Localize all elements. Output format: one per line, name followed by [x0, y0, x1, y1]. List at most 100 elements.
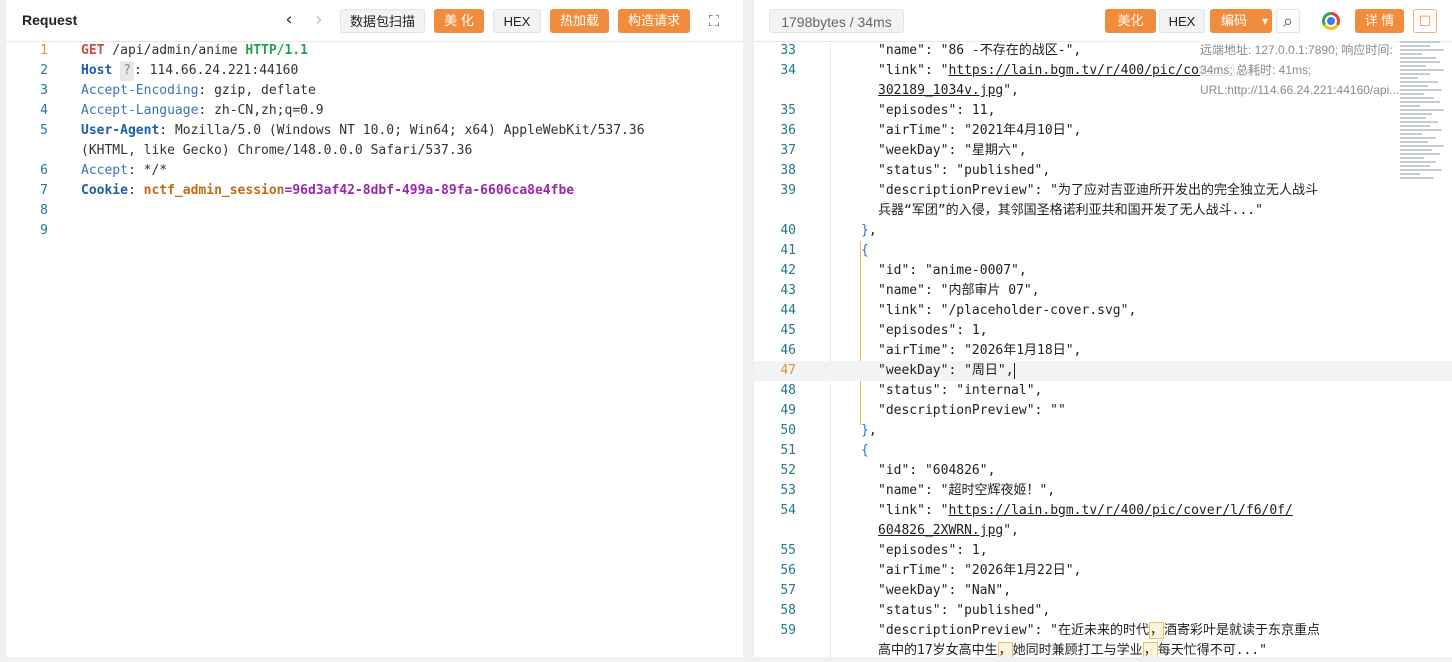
line-number: 39 — [780, 183, 796, 198]
line-number: 33 — [780, 43, 796, 58]
line-number: 36 — [780, 123, 796, 138]
line-number: 34 — [780, 63, 796, 78]
back-arrow-icon[interactable]: ‹ — [278, 8, 300, 32]
header-separator: : — [127, 183, 144, 198]
http-version: HTTP/1.1 — [245, 43, 308, 58]
json-text: "weekDay": "NaN", — [878, 583, 1012, 598]
json-text: "id": "anime-0007", — [878, 263, 1027, 278]
line-text: "airTime": "2026年1月22日", — [878, 561, 1081, 581]
json-punct: ", — [1003, 83, 1019, 98]
line-number: 54 — [780, 503, 796, 518]
line-number: 38 — [780, 163, 796, 178]
response-hex-button[interactable]: HEX — [1159, 9, 1205, 33]
line-text: "episodes": 1, — [878, 541, 988, 561]
line-number: 59 — [780, 623, 796, 638]
json-text: "status": "published", — [878, 603, 1051, 618]
line-number: 4 — [40, 103, 48, 118]
line-text: { — [861, 241, 869, 261]
code-line: 7 Cookie: nctf_admin_session=96d3af42-8db… — [6, 181, 743, 201]
code-line: 48 "status": "internal", — [754, 381, 1452, 401]
hot-load-button[interactable]: 热加载 — [550, 9, 609, 33]
line-text: "weekDay": "NaN", — [878, 581, 1011, 601]
request-path: /api/admin/anime — [104, 43, 246, 58]
highlighted-comma: ， — [1149, 622, 1165, 639]
line-text: "weekDay": "周日", — [878, 361, 1015, 381]
line-text: }, — [861, 221, 877, 241]
json-text: 兵器“军团”的入侵，其邻国圣格诺利亚共和国开发了无人战斗..." — [878, 203, 1263, 218]
url-link[interactable]: 302189_1034v.jpg — [878, 83, 1003, 98]
code-line: 40}, — [754, 221, 1452, 241]
line-number: 53 — [780, 483, 796, 498]
code-line: 57 "weekDay": "NaN", — [754, 581, 1452, 601]
line-number: 44 — [780, 303, 796, 318]
code-line: 41 { — [754, 241, 1452, 261]
json-text: "weekDay": "周日", — [878, 363, 1014, 378]
json-text: "episodes": 1, — [878, 543, 988, 558]
header-value: (KHTML, like Gecko) Chrome/148.0.0.0 Saf… — [81, 143, 473, 158]
response-editor[interactable]: 33 "name": "86 -不存在的战区-", 34 "link": "https… — [754, 41, 1452, 657]
code-line: 2 Host ?: 114.66.24.221:44160 — [6, 61, 743, 81]
code-line: 5 User-Agent: Mozilla/5.0 (Windows NT 10.… — [6, 121, 743, 141]
header-gap — [112, 63, 120, 78]
line-text: }, — [861, 421, 877, 441]
encoding-label: 编码 — [1220, 13, 1247, 28]
line-number: 3 — [40, 83, 48, 98]
comment-icon[interactable]: ☐ — [1413, 9, 1437, 33]
line-number: 49 — [780, 403, 796, 418]
line-number: 42 — [780, 263, 796, 278]
fullscreen-icon[interactable]: ⛶ — [703, 10, 725, 32]
hex-button[interactable]: HEX — [493, 9, 541, 33]
line-number: 40 — [780, 223, 796, 238]
response-panel: 1798bytes / 34ms 美化 HEX 编码 ▾ ⌕ 详 情 ☐ 33 "… — [754, 0, 1452, 657]
packet-scan-button[interactable]: 数据包扫描 — [340, 9, 425, 33]
header-separator: : — [198, 103, 215, 118]
line-text: { — [861, 441, 869, 461]
header-name: Host — [81, 63, 113, 78]
response-beautify-button[interactable]: 美化 — [1105, 9, 1156, 33]
url-link[interactable]: 604826_2XWRN.jpg — [878, 523, 1003, 538]
url-link[interactable]: https://lain.bgm.tv/r/400/pic/cover/l/f6… — [948, 503, 1292, 518]
construct-request-button[interactable]: 构造请求 — [618, 9, 690, 33]
line-number: 58 — [780, 603, 796, 618]
header-separator: : — [127, 163, 144, 178]
code-line: 9 — [6, 221, 743, 241]
header-separator: : — [159, 123, 175, 138]
details-button[interactable]: 详 情 — [1355, 9, 1404, 33]
line-number: 9 — [40, 223, 48, 238]
line-text: Accept-Encoding: gzip, deflate — [81, 81, 316, 101]
line-text: "id": "604826", — [878, 461, 995, 481]
highlighted-comma: ， — [1142, 642, 1158, 657]
chevron-down-icon: ▾ — [1261, 14, 1268, 28]
line-text: "descriptionPreview": "为了应对吉亚迪所开发出的完全独立无… — [878, 181, 1318, 201]
line-text: "airTime": "2021年4月10日", — [878, 121, 1081, 141]
header-name: User-Agent — [81, 123, 160, 138]
json-key: "link": " — [878, 63, 949, 78]
search-icon[interactable]: ⌕ — [1276, 9, 1300, 33]
json-brace: { — [861, 443, 869, 458]
line-text: Cookie: nctf_admin_session=96d3af42-8dbf… — [81, 181, 574, 201]
json-text: "id": "604826", — [878, 463, 996, 478]
code-line: 38 "status": "published", — [754, 161, 1452, 181]
header-name: Cookie — [81, 183, 128, 198]
line-number: 56 — [780, 563, 796, 578]
code-line: 37 "weekDay": "星期六", — [754, 141, 1452, 161]
code-line: (KHTML, like Gecko) Chrome/148.0.0.0 Saf… — [6, 141, 743, 161]
line-text: "status": "internal", — [878, 381, 1042, 401]
line-number: 5 — [40, 123, 48, 138]
chrome-icon[interactable] — [1322, 12, 1340, 30]
forward-arrow-icon[interactable]: › — [308, 8, 330, 32]
line-number: 45 — [780, 323, 796, 338]
beautify-button[interactable]: 美 化 — [434, 9, 484, 33]
request-editor[interactable]: 1 GET /api/admin/anime HTTP/1.1 2 Host ?: 1… — [6, 41, 743, 657]
line-text: "weekDay": "星期六", — [878, 141, 1027, 161]
header-name: Accept-Language — [81, 103, 199, 118]
code-line: 47 "weekDay": "周日", — [754, 361, 1452, 381]
encoding-dropdown[interactable]: 编码 ▾ — [1210, 9, 1272, 33]
code-line: 44 "link": "/placeholder-cover.svg", — [754, 301, 1452, 321]
line-number: 2 — [40, 63, 48, 78]
code-line: 6 Accept: */* — [6, 161, 743, 181]
json-text: "episodes": 11, — [878, 103, 996, 118]
json-text: "descriptionPreview": "为了应对吉亚迪所开发出的完全独立无… — [878, 183, 1319, 198]
json-text: "status": "internal", — [878, 383, 1043, 398]
code-minimap[interactable] — [1400, 41, 1448, 181]
